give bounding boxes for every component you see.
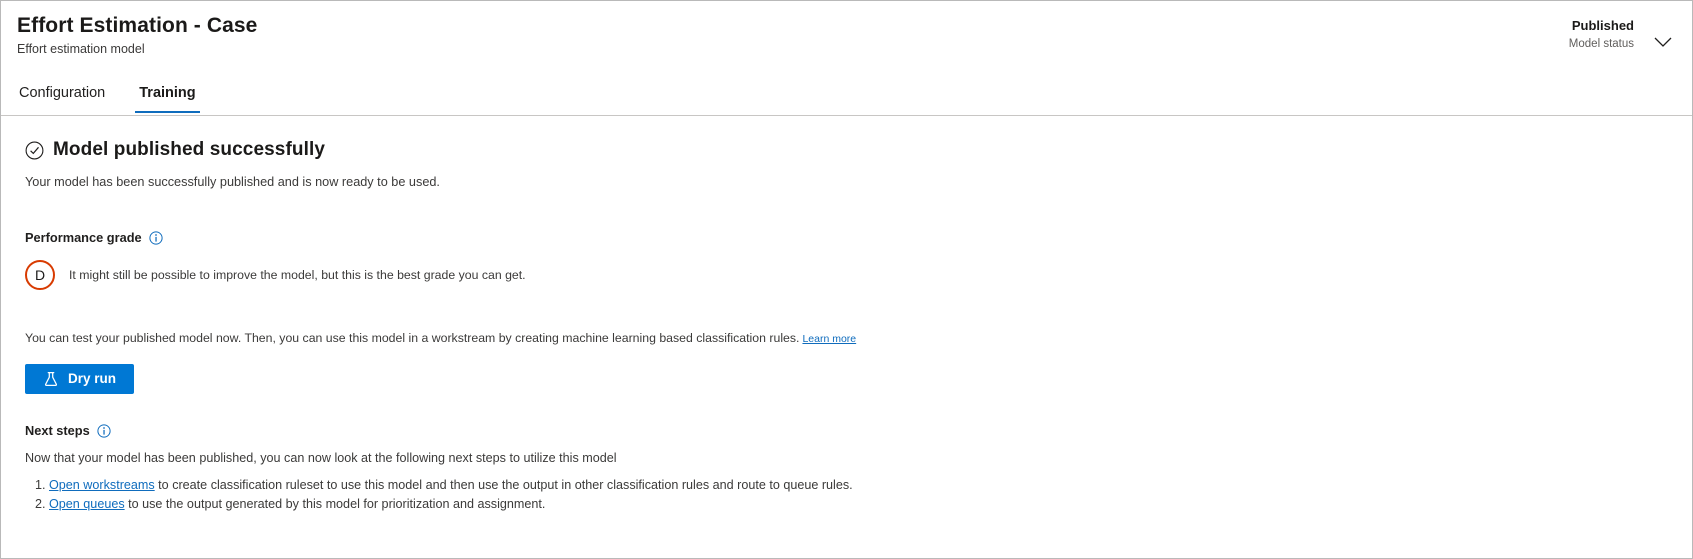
success-title: Model published successfully [53, 139, 326, 160]
test-model-description: You can test your published model now. T… [25, 331, 800, 345]
check-circle-icon [25, 141, 44, 160]
next-steps-list: Open workstreams to create classificatio… [25, 476, 1676, 513]
list-item-text: to use the output generated by this mode… [124, 497, 546, 511]
info-icon[interactable] [97, 424, 111, 438]
learn-more-link[interactable]: Learn more [802, 333, 856, 345]
status-label: Model status [1568, 38, 1634, 50]
list-item-text: to create classification ruleset to use … [154, 478, 853, 492]
status-badge: Published [1571, 18, 1634, 33]
success-banner: Model published successfully [25, 138, 1676, 162]
open-workstreams-link[interactable]: Open workstreams [49, 478, 155, 492]
open-queues-link[interactable]: Open queues [49, 497, 125, 511]
info-icon[interactable] [149, 231, 163, 245]
next-steps-header: Next steps [25, 422, 1676, 440]
performance-grade-header: Performance grade [25, 229, 1676, 247]
tab-bar: Configuration Training [15, 77, 201, 115]
list-item: Open workstreams to create classificatio… [49, 476, 1676, 494]
page-header: Effort Estimation - Case Effort estimati… [1, 1, 1692, 116]
main-content: Model published successfully Your model … [1, 116, 1692, 513]
grade-description: It might still be possible to improve th… [69, 267, 526, 282]
app-window: Effort Estimation - Case Effort estimati… [0, 0, 1693, 559]
performance-grade-label: Performance grade [25, 230, 142, 245]
tab-training[interactable]: Training [135, 77, 201, 115]
title-block: Effort Estimation - Case Effort estimati… [17, 13, 257, 58]
list-item: Open queues to use the output generated … [49, 495, 1676, 513]
next-steps-description: Now that your model has been published, … [25, 451, 617, 465]
performance-grade-row: D It might still be possible to improve … [25, 260, 1676, 290]
dry-run-label: Dry run [68, 371, 117, 387]
success-description: Your model has been successfully publish… [25, 175, 440, 189]
dry-run-button[interactable]: Dry run [25, 364, 135, 394]
next-steps-label: Next steps [25, 423, 90, 438]
page-subtitle: Effort estimation model [17, 42, 145, 56]
chevron-down-icon[interactable] [1648, 27, 1678, 57]
tab-configuration[interactable]: Configuration [15, 77, 109, 115]
test-model-text: You can test your published model now. T… [25, 330, 1676, 348]
model-status-block: Published Model status [1569, 17, 1634, 52]
page-title: Effort Estimation - Case [17, 14, 258, 37]
flask-icon [43, 371, 59, 387]
grade-badge: D [25, 260, 55, 290]
